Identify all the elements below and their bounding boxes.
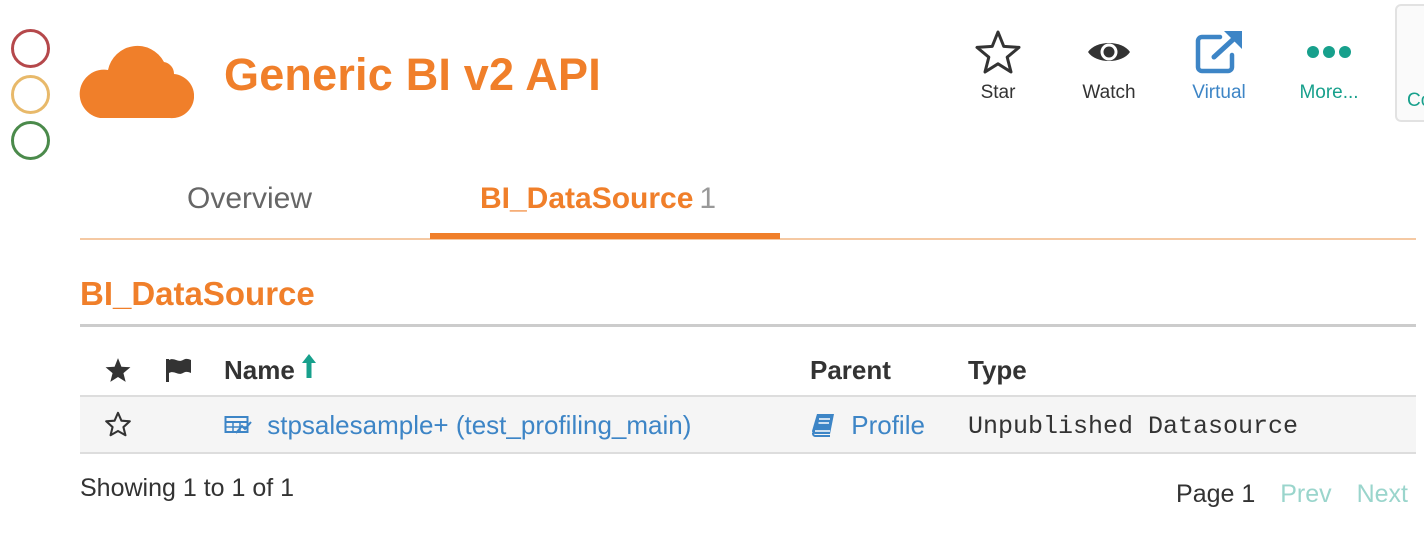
ellipsis-icon: [1284, 26, 1374, 78]
flag-icon: [164, 358, 192, 389]
row-star-toggle[interactable]: [104, 411, 132, 444]
tab-count-badge: 1: [699, 182, 717, 215]
datasource-name: stpsalesample+ (test_profiling_main): [267, 410, 692, 440]
watch-button[interactable]: Watch: [1064, 26, 1154, 104]
star-column-header[interactable]: [104, 357, 132, 390]
datasource-table-icon: [224, 410, 267, 440]
results-summary: Showing 1 to 1 of 1: [80, 474, 295, 502]
parent-name: Profile: [851, 410, 925, 440]
watch-label: Watch: [1082, 82, 1136, 103]
tab-overview-label: Overview: [187, 182, 313, 215]
star-outline-icon: [104, 411, 132, 443]
type-column-header[interactable]: Type: [968, 355, 1027, 386]
more-button[interactable]: More...: [1284, 26, 1374, 104]
status-circle-yellow[interactable]: [11, 75, 50, 114]
parent-link[interactable]: Profile: [810, 410, 925, 441]
flag-column-header[interactable]: [164, 357, 192, 390]
name-column-header[interactable]: Name: [224, 352, 317, 387]
table-header: Name Parent Type: [80, 340, 1416, 397]
status-circle-green[interactable]: [11, 121, 50, 160]
tab-overview[interactable]: Overview: [187, 182, 312, 216]
tab-bar: Overview BI_DataSource 1: [80, 170, 1416, 240]
datasource-type: Unpublished Datasource: [968, 412, 1299, 441]
section-title: BI_DataSource: [80, 275, 315, 312]
parent-column-header[interactable]: Parent: [810, 355, 891, 386]
eye-icon: [1064, 26, 1154, 78]
star-label: Star: [980, 82, 1016, 103]
sort-ascending-icon: [301, 352, 317, 387]
datasource-name-link[interactable]: stpsalesample+ (test_profiling_main): [224, 410, 691, 441]
virtual-label: Virtual: [1192, 82, 1246, 103]
next-page-button[interactable]: Next: [1357, 480, 1408, 508]
star-solid-icon: [104, 358, 132, 389]
tab-bi-datasource-label: BI_DataSource: [480, 182, 694, 215]
page-indicator: Page 1: [1176, 480, 1256, 508]
status-circle-red[interactable]: [11, 29, 50, 68]
name-column-label: Name: [224, 355, 295, 385]
pagination: Page 1 Prev Next: [1176, 480, 1408, 509]
external-link-icon: [1174, 26, 1264, 78]
virtual-button[interactable]: Virtual: [1174, 26, 1264, 104]
active-tab-indicator: [430, 233, 780, 239]
section-divider: [80, 324, 1416, 327]
table-row: stpsalesample+ (test_profiling_main) Pro…: [80, 397, 1416, 454]
prev-page-button[interactable]: Prev: [1280, 480, 1331, 508]
side-panel-label: Co: [1407, 90, 1424, 111]
star-outline-icon: [953, 26, 1043, 78]
datasource-table: Name Parent Type stpsalesample+ (test_pr…: [80, 340, 1416, 454]
book-icon: [810, 410, 851, 440]
tab-bi-datasource[interactable]: BI_DataSource 1: [480, 182, 716, 216]
cloud-icon: [78, 34, 195, 120]
star-button[interactable]: Star: [953, 26, 1043, 104]
more-label: More...: [1299, 82, 1359, 103]
side-panel-button[interactable]: Co: [1395, 4, 1424, 122]
page-title: Generic BI v2 API: [224, 49, 601, 100]
